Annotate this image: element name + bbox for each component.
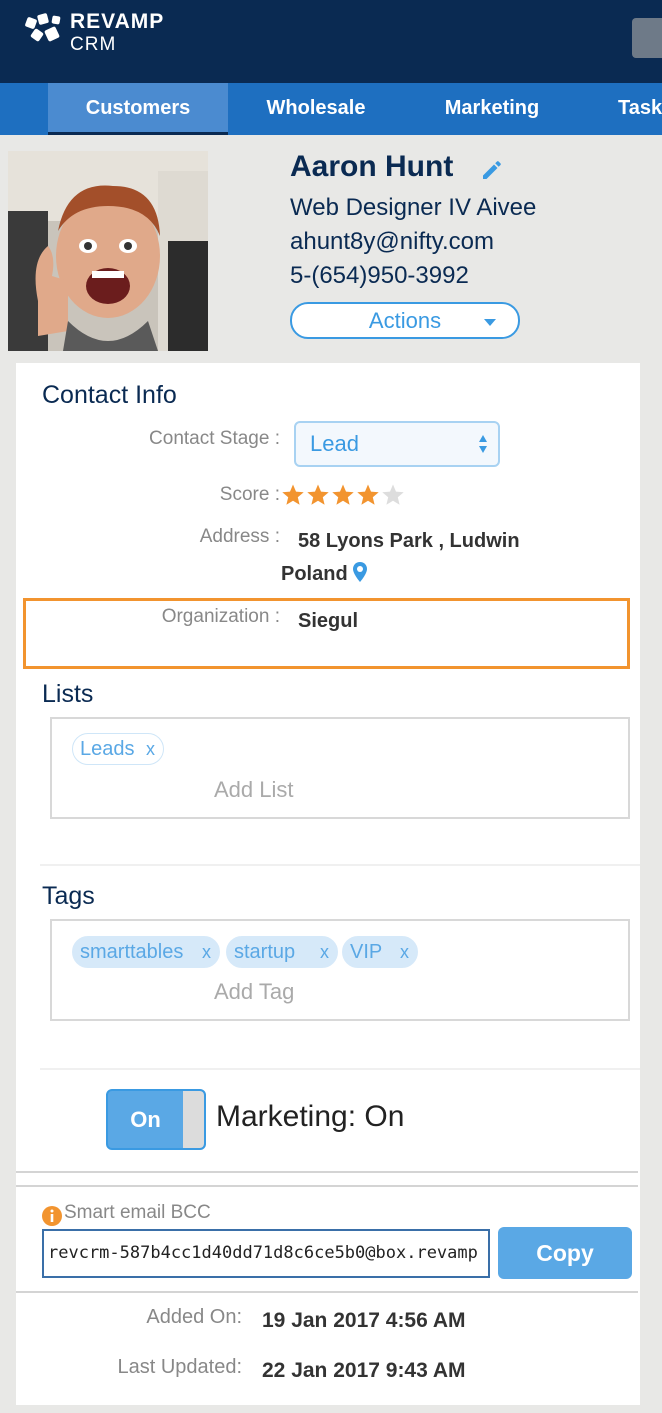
- nav-tab-marketing[interactable]: Marketing: [404, 83, 580, 135]
- score-label: Score :: [219, 484, 280, 505]
- last-updated-value: 22 Jan 2017 9:43 AM: [262, 1359, 466, 1382]
- copy-button[interactable]: Copy: [498, 1227, 632, 1279]
- tag-chip-label: smarttables: [80, 941, 184, 963]
- marketing-status: Marketing: On: [216, 1100, 405, 1133]
- contact-info-heading: Contact Info: [42, 381, 177, 409]
- brand-name: REVAMP: [70, 10, 165, 33]
- brand-subtitle: CRM: [70, 34, 117, 55]
- lists-box[interactable]: Leads x Add List: [50, 717, 630, 819]
- revamp-logo-icon[interactable]: [22, 10, 68, 52]
- marketing-toggle[interactable]: On: [106, 1089, 206, 1150]
- tag-chip: smarttables x: [72, 936, 220, 968]
- tags-divider: [40, 1068, 640, 1070]
- address-line1: 58 Lyons Park , Ludwin: [298, 530, 520, 552]
- tag-chip: startup x: [226, 936, 338, 968]
- lists-heading: Lists: [42, 680, 94, 708]
- tags-box[interactable]: smarttables x startup x VIP x Add Tag: [50, 919, 630, 1021]
- nav-tab-wholesale[interactable]: Wholesale: [228, 83, 404, 135]
- contact-phone[interactable]: 5-(654)950-3992: [290, 262, 469, 290]
- address-country: Poland: [281, 563, 348, 585]
- actions-label: Actions: [368, 308, 442, 333]
- pencil-icon[interactable]: [480, 158, 504, 182]
- smart-email-bcc-field[interactable]: revcrm-587b4cc1d40dd71d8c6ce5b0@box.reva…: [42, 1229, 490, 1278]
- contact-avatar: [8, 151, 208, 351]
- list-chip-label: Leads: [80, 738, 135, 760]
- organization-label: Organization :: [161, 606, 280, 627]
- nav-tab-tasks[interactable]: Tasks: [580, 83, 662, 135]
- address-line2: Poland: [281, 562, 368, 586]
- star-icon[interactable]: [381, 483, 405, 507]
- chevron-down-icon: [484, 319, 496, 326]
- contact-stage-value: Lead: [310, 431, 359, 456]
- tag-chip-label: VIP: [350, 941, 383, 963]
- last-updated-label: Last Updated:: [117, 1356, 242, 1378]
- add-list-input[interactable]: Add List: [214, 777, 294, 803]
- divider: [16, 1185, 638, 1187]
- close-icon[interactable]: x: [400, 937, 409, 967]
- divider: [16, 1171, 638, 1173]
- toggle-knob: [183, 1091, 204, 1148]
- star-icon[interactable]: [356, 483, 380, 507]
- tag-chip: VIP x: [342, 936, 418, 968]
- map-pin-icon[interactable]: [353, 562, 368, 582]
- tags-heading: Tags: [42, 882, 95, 910]
- actions-dropdown-button[interactable]: Actions: [290, 302, 520, 339]
- info-icon: [42, 1206, 62, 1226]
- contact-stage-label: Contact Stage :: [149, 428, 280, 449]
- star-icon[interactable]: [306, 483, 330, 507]
- contact-stage-select[interactable]: Lead: [294, 421, 500, 467]
- divider: [16, 1291, 638, 1293]
- contact-name: Aaron Hunt: [290, 150, 454, 183]
- added-on-value: 19 Jan 2017 4:56 AM: [262, 1309, 466, 1332]
- main-nav: Customers Wholesale Marketing Tasks: [0, 83, 662, 135]
- close-icon[interactable]: x: [202, 937, 211, 967]
- close-icon[interactable]: x: [320, 937, 329, 967]
- score-stars[interactable]: [281, 483, 406, 507]
- star-icon[interactable]: [281, 483, 305, 507]
- contact-email[interactable]: ahunt8y@nifty.com: [290, 228, 494, 256]
- address-label: Address :: [199, 526, 280, 547]
- tag-chip-label: startup: [234, 941, 296, 963]
- organization-value[interactable]: Siegul: [298, 610, 358, 633]
- star-icon[interactable]: [331, 483, 355, 507]
- add-tag-input[interactable]: Add Tag: [214, 979, 294, 1005]
- updown-arrows-icon: [479, 435, 487, 453]
- added-on-label: Added On:: [146, 1306, 242, 1328]
- list-chip: Leads x: [72, 733, 164, 765]
- menu-button[interactable]: [632, 18, 662, 58]
- close-icon[interactable]: x: [146, 734, 155, 764]
- smart-email-bcc-label: Smart email BCC: [64, 1202, 211, 1223]
- lists-divider: [40, 864, 640, 866]
- toggle-on-label: On: [130, 1107, 161, 1132]
- contact-title: Web Designer IV Aivee: [290, 194, 537, 221]
- top-bar: REVAMP CRM: [0, 0, 662, 83]
- nav-tab-customers[interactable]: Customers: [48, 83, 228, 135]
